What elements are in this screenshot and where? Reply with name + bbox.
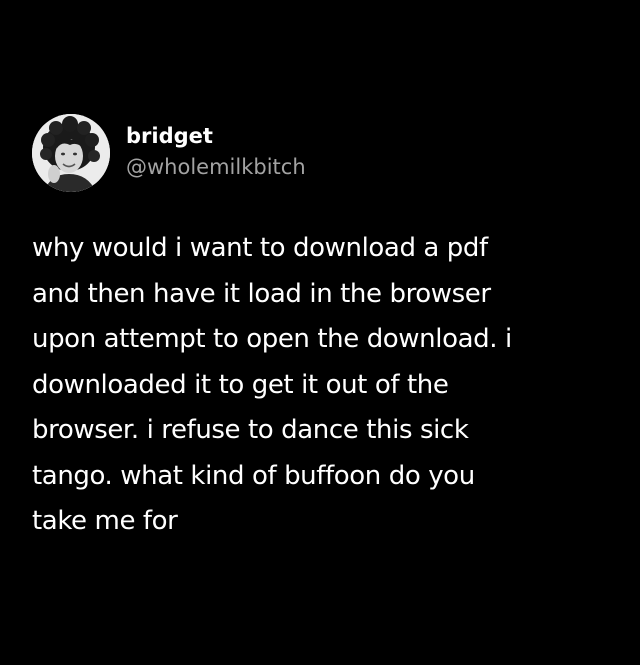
display-name[interactable]: bridget — [126, 122, 306, 150]
author-names: bridget @wholemilkbitch — [126, 122, 306, 182]
tweet-text-line: downloaded it to get it out of the — [32, 369, 449, 400]
tweet-text-line: tango. what kind of buffoon do you — [32, 460, 475, 491]
profile-photo-icon — [32, 114, 110, 192]
tweet-text: why would i want to download a pdf and t… — [32, 226, 622, 545]
user-handle[interactable]: @wholemilkbitch — [126, 152, 306, 182]
tweet-text-line: take me for — [32, 506, 178, 536]
tweet-text-line: why would i want to download a pdf — [32, 233, 488, 263]
tweet-text-line: and then have it load in the browser — [32, 278, 491, 309]
tweet-text-line: browser. i refuse to dance this sick — [32, 415, 469, 445]
avatar[interactable] — [32, 114, 110, 192]
tweet-screenshot: bridget @wholemilkbitch why would i want… — [0, 0, 640, 665]
tweet-header: bridget @wholemilkbitch — [32, 114, 306, 192]
tweet-text-line: upon attempt to open the download. i — [32, 324, 512, 354]
